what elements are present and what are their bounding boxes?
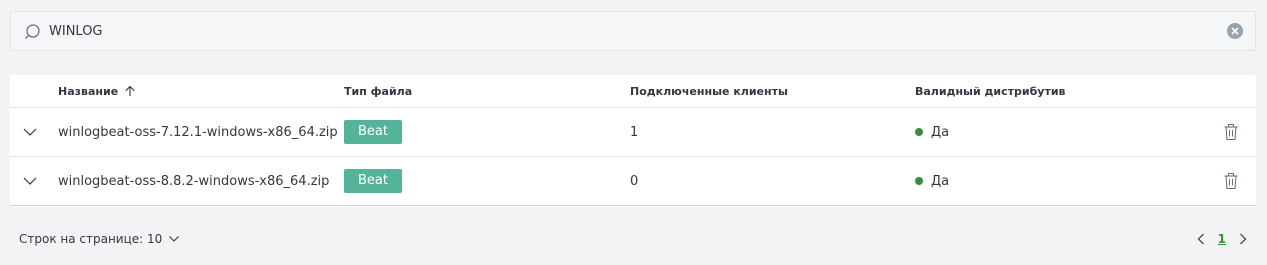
search-input[interactable] xyxy=(49,12,1209,50)
table-row: winlogbeat-oss-7.12.1-windows-x86_64.zip… xyxy=(10,108,1256,157)
expand-row-button[interactable] xyxy=(22,157,38,205)
page-number[interactable]: 1 xyxy=(1218,232,1226,246)
clear-icon xyxy=(1231,27,1239,35)
valid-status: Да xyxy=(915,108,949,156)
chevron-down-icon xyxy=(23,128,37,136)
search-bar xyxy=(10,11,1256,51)
connected-clients-count: 1 xyxy=(630,124,639,140)
table-row: winlogbeat-oss-8.8.2-windows-x86_64.zip … xyxy=(10,157,1256,206)
search-icon xyxy=(23,22,43,42)
delete-button[interactable] xyxy=(1218,108,1244,156)
chevron-left-icon xyxy=(1197,233,1204,245)
file-type-badge: Beat xyxy=(344,120,402,144)
expand-row-button[interactable] xyxy=(22,108,38,156)
pagination: 1 xyxy=(1191,229,1253,249)
trash-icon xyxy=(1224,172,1238,190)
next-page-button[interactable] xyxy=(1233,229,1253,249)
clear-search-button[interactable] xyxy=(1227,23,1243,39)
file-name: winlogbeat-oss-7.12.1-windows-x86_64.zip xyxy=(58,124,338,140)
chevron-down-icon xyxy=(169,236,180,242)
file-name: winlogbeat-oss-8.8.2-windows-x86_64.zip xyxy=(58,173,330,189)
connected-clients-count: 0 xyxy=(630,173,639,189)
files-table: Название Тип файла Подключенные клиенты … xyxy=(10,75,1256,207)
prev-page-button[interactable] xyxy=(1191,229,1211,249)
column-header-clients[interactable]: Подключенные клиенты xyxy=(630,75,788,107)
delete-button[interactable] xyxy=(1218,157,1244,205)
chevron-right-icon xyxy=(1240,233,1247,245)
chevron-down-icon xyxy=(23,177,37,185)
trash-icon xyxy=(1224,123,1238,141)
table-footer: Строк на странице: 10 1 xyxy=(0,207,1267,265)
status-dot xyxy=(915,177,923,185)
column-header-valid[interactable]: Валидный дистрибутив xyxy=(915,75,1066,107)
status-dot xyxy=(915,128,923,136)
column-header-name[interactable]: Название xyxy=(58,75,136,107)
rows-per-page-select[interactable]: Строк на странице: 10 xyxy=(19,232,180,246)
file-type-badge: Beat xyxy=(344,169,402,193)
table-header: Название Тип файла Подключенные клиенты … xyxy=(10,75,1256,108)
arrow-up-icon xyxy=(124,85,136,97)
valid-status: Да xyxy=(915,157,949,205)
column-header-file-type[interactable]: Тип файла xyxy=(344,75,412,107)
